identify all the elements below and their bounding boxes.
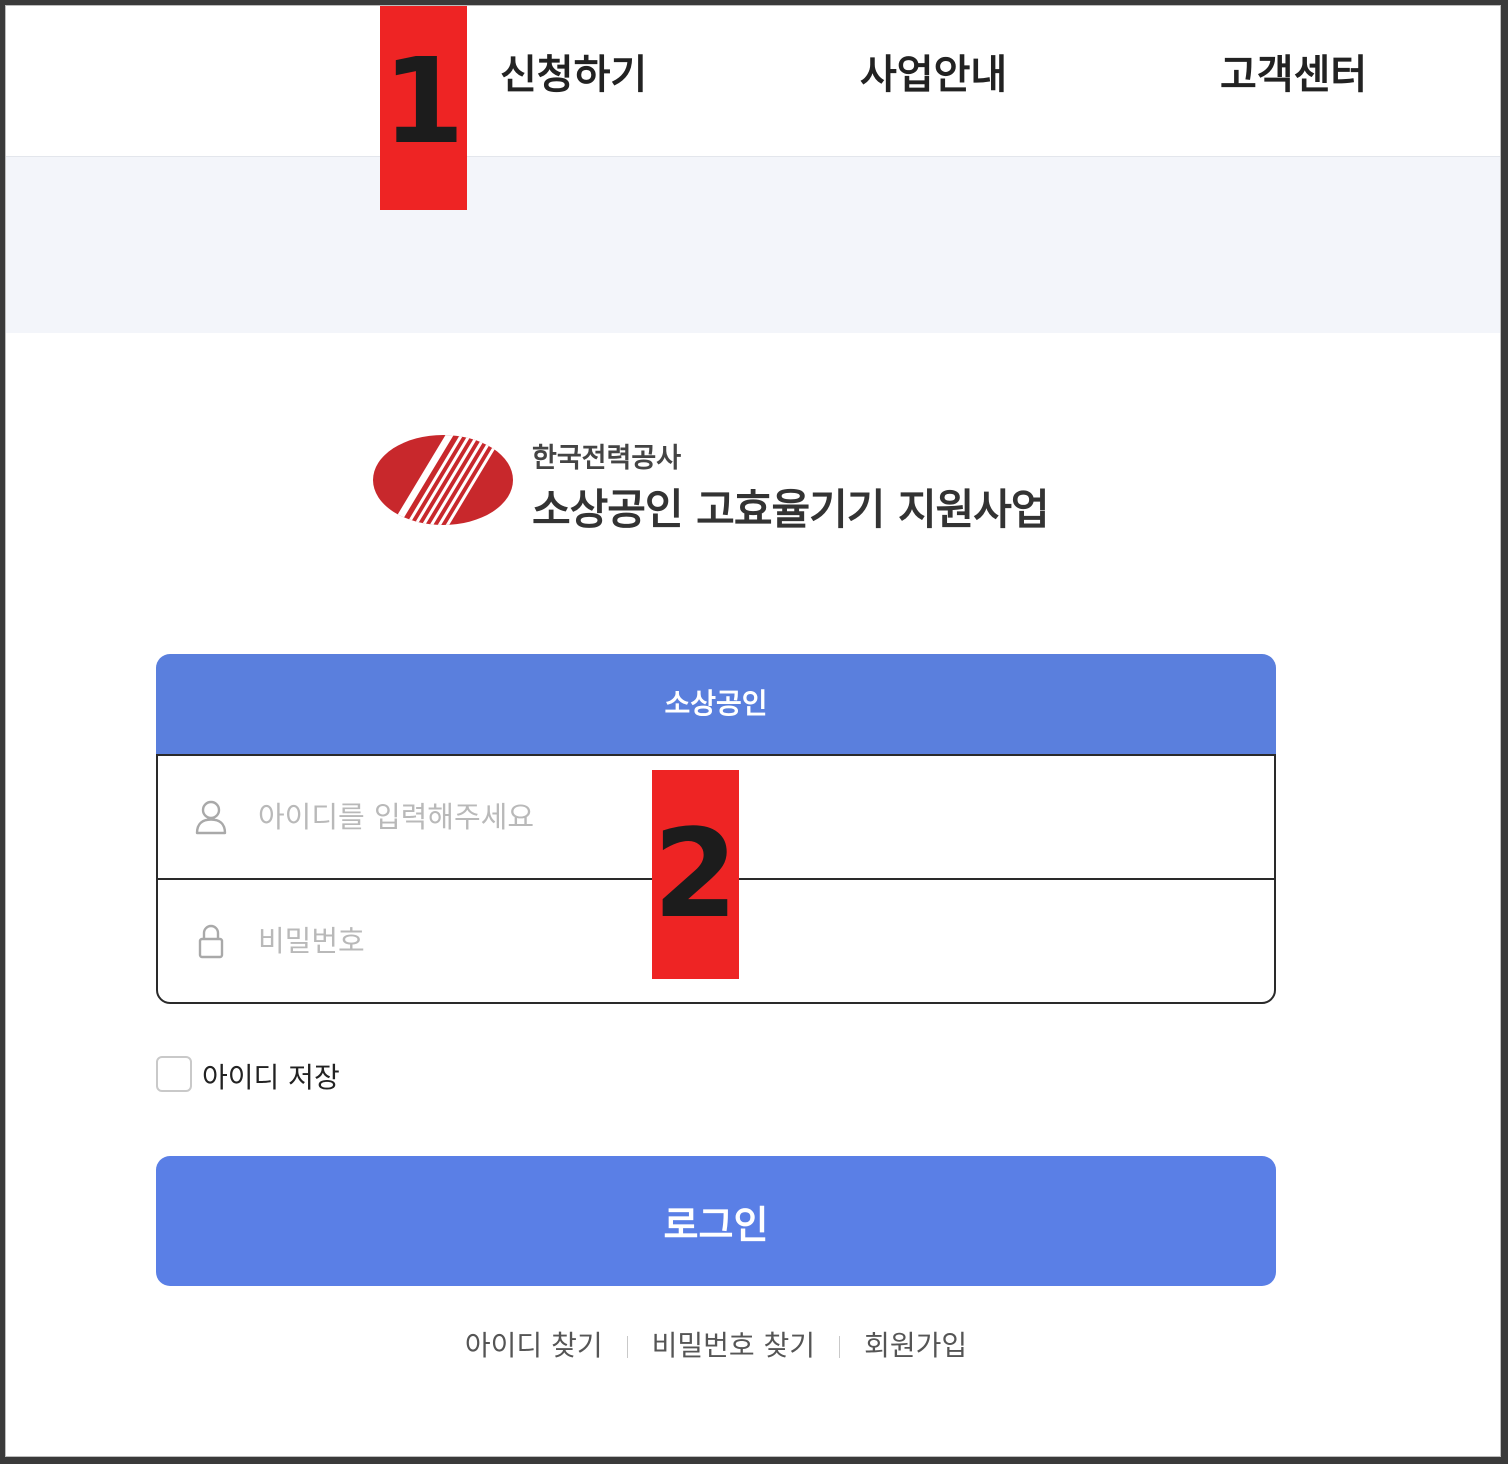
user-icon <box>195 800 227 835</box>
logo-program-name: 소상공인 고효율기기 지원사업 <box>532 485 1050 534</box>
page-frame: 신청하기 사업안내 고객센터 한국전력공사 소상공인 고효율기기 지원사업 소상… <box>6 6 1500 1456</box>
sign-up-link[interactable]: 회원가입 <box>864 1329 967 1362</box>
id-input[interactable] <box>256 786 1240 848</box>
kepco-emblem-icon <box>373 435 513 525</box>
save-id-checkbox[interactable] <box>156 1056 192 1092</box>
find-password-link[interactable]: 비밀번호 찾기 <box>652 1329 815 1362</box>
lock-icon <box>198 924 224 959</box>
nav-item-customer-center[interactable]: 고객센터 <box>1220 42 1367 100</box>
nav-item-business-info[interactable]: 사업안내 <box>860 42 1007 100</box>
account-links: 아이디 찾기 비밀번호 찾기 회원가입 <box>6 1324 1426 1364</box>
password-input[interactable] <box>256 910 1240 972</box>
tab-small-business[interactable]: 소상공인 <box>156 654 1276 754</box>
logo: 한국전력공사 소상공인 고효율기기 지원사업 <box>372 432 1072 534</box>
annotation-marker-1: 1 <box>380 6 467 210</box>
login-button[interactable]: 로그인 <box>156 1156 1276 1286</box>
nav-item-apply[interactable]: 신청하기 <box>500 42 647 100</box>
find-id-link[interactable]: 아이디 찾기 <box>465 1329 603 1362</box>
link-divider <box>626 1336 628 1358</box>
link-divider <box>839 1336 841 1358</box>
logo-company-name: 한국전력공사 <box>532 443 682 474</box>
annotation-marker-2: 2 <box>652 770 739 979</box>
page-banner <box>6 157 1500 333</box>
save-id-label[interactable]: 아이디 저장 <box>202 1056 340 1096</box>
top-navigation: 신청하기 사업안내 고객센터 <box>6 6 1500 157</box>
